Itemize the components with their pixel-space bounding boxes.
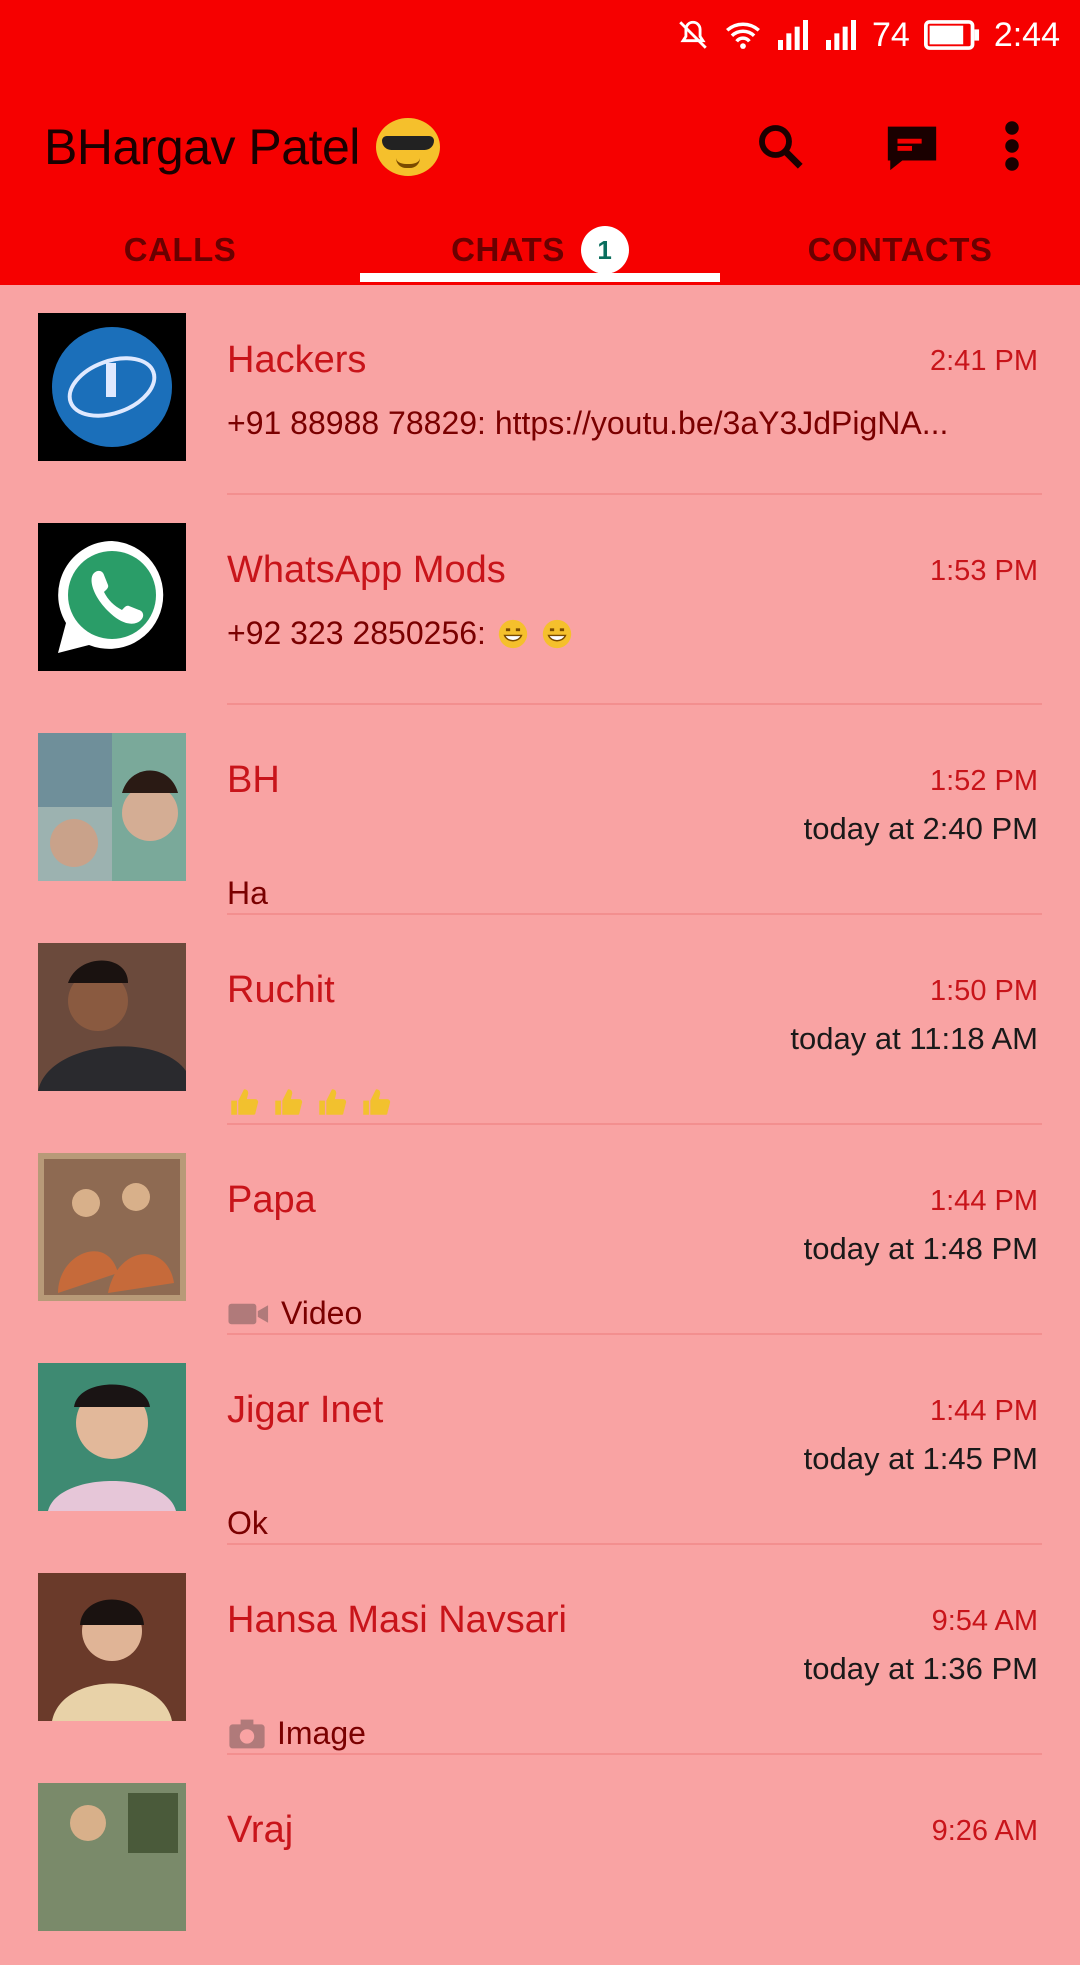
- chat-preview-text: Ha: [227, 875, 268, 911]
- more-options-button[interactable]: [980, 114, 1044, 178]
- person-photo-icon: [38, 1363, 186, 1511]
- chat-preview: Ha: [227, 875, 268, 912]
- person-photo-icon: [38, 1783, 186, 1931]
- chat-time: 9:26 AM: [931, 1815, 1038, 1847]
- avatar: [38, 1783, 186, 1931]
- avatar: [38, 733, 186, 881]
- chat-name: Jigar Inet: [227, 1389, 384, 1431]
- chat-time: 1:53 PM: [930, 555, 1038, 587]
- thumbs-up-emoji-icon: [231, 1089, 259, 1115]
- message-icon: [887, 126, 937, 171]
- tab-chats-label: CHATS: [451, 231, 565, 268]
- search-icon: [759, 125, 803, 169]
- unread-badge: 1: [580, 226, 629, 274]
- tab-indicator: [360, 273, 720, 282]
- status-bar: 74 2:44: [0, 0, 1080, 70]
- chat-preview: +91 88988 78829: https://youtu.be/3aY3Jd…: [227, 405, 948, 442]
- tab-calls-label: CALLS: [123, 231, 237, 268]
- chat-preview-text: Image: [277, 1715, 366, 1751]
- search-button[interactable]: [748, 114, 812, 178]
- clock: 2:44: [993, 15, 1060, 54]
- chat-name: BH: [227, 759, 280, 801]
- chat-preview: Image: [227, 1715, 366, 1752]
- profile-name: BHargav Patel: [44, 119, 360, 175]
- chat-row[interactable]: Hackers 2:41 PM +91 88988 78829: https:/…: [0, 285, 1080, 495]
- chat-preview-text: Video: [281, 1295, 363, 1331]
- signal-icon-1: [777, 20, 808, 50]
- more-vert-icon: [1005, 121, 1019, 171]
- battery-percent: 74: [871, 15, 910, 54]
- wifi-icon: [725, 22, 760, 49]
- chat-preview: [227, 1085, 393, 1119]
- mute-icon: [679, 20, 707, 49]
- chat-name: Papa: [227, 1179, 316, 1221]
- last-seen: today at 1:48 PM: [803, 1231, 1038, 1266]
- thumbs-up-emoji-icon: [275, 1089, 303, 1115]
- chat-time: 9:54 AM: [931, 1605, 1038, 1637]
- person-photo-icon: [38, 1573, 186, 1721]
- chat-time: 1:44 PM: [930, 1185, 1038, 1217]
- sweat-smile-emoji-icon: [498, 619, 528, 648]
- tab-contacts-label: CONTACTS: [807, 231, 993, 268]
- chat-list: Hackers 2:41 PM +91 88988 78829: https:/…: [0, 285, 1080, 1965]
- chat-row[interactable]: Ruchit 1:50 PM today at 11:18 AM: [0, 915, 1080, 1125]
- chat-row[interactable]: Hansa Masi Navsari 9:54 AM today at 1:36…: [0, 1545, 1080, 1755]
- whatsapp-logo-icon: [58, 541, 164, 653]
- chat-name: Hackers: [227, 339, 367, 381]
- signal-icon-2: [825, 20, 856, 50]
- new-chat-button[interactable]: [880, 114, 944, 178]
- chat-name: Hansa Masi Navsari: [227, 1599, 567, 1641]
- hacker-inside-logo-icon: [52, 327, 172, 447]
- chat-name: WhatsApp Mods: [227, 549, 506, 591]
- app-bar: BHargav Patel CALLS CHATS 1 CONTACTS: [0, 70, 1080, 285]
- chat-name: Vraj: [227, 1809, 294, 1851]
- chat-row[interactable]: Vraj 9:26 AM: [0, 1755, 1080, 1965]
- video-icon: [228, 1303, 269, 1324]
- avatar: [38, 1153, 186, 1301]
- chat-row[interactable]: WhatsApp Mods 1:53 PM +92 323 2850256:: [0, 495, 1080, 705]
- camera-icon: [229, 1719, 265, 1748]
- chat-row[interactable]: Papa 1:44 PM today at 1:48 PM Video: [0, 1125, 1080, 1335]
- last-seen: today at 11:18 AM: [790, 1021, 1038, 1056]
- last-seen: today at 1:45 PM: [803, 1441, 1038, 1476]
- thumbs-up-emoji-icon: [363, 1089, 391, 1115]
- chat-preview-text: Ok: [227, 1505, 268, 1541]
- chat-name: Ruchit: [227, 969, 335, 1011]
- chat-preview-text: +91 88988 78829: https://youtu.be/3aY3Jd…: [227, 405, 949, 441]
- group-photo-icon: [38, 1153, 186, 1301]
- avatar: [38, 943, 186, 1091]
- chat-time: 1:52 PM: [930, 765, 1038, 797]
- thumbs-up-emoji-icon: [319, 1089, 347, 1115]
- tab-calls[interactable]: CALLS: [0, 215, 360, 285]
- last-seen: today at 1:36 PM: [803, 1651, 1038, 1686]
- chat-preview: Ok: [227, 1505, 268, 1542]
- chat-preview-text: +92 323 2850256:: [227, 615, 486, 651]
- battery-icon: [923, 20, 979, 50]
- avatar: [38, 1573, 186, 1721]
- avatar: [38, 1363, 186, 1511]
- app-title: BHargav Patel: [44, 118, 440, 176]
- sweat-smile-emoji-icon: [542, 619, 572, 648]
- tab-contacts[interactable]: CONTACTS: [720, 215, 1080, 285]
- sunglasses-emoji-icon: [375, 118, 440, 176]
- person-photo-icon: [38, 943, 186, 1091]
- chat-row[interactable]: Jigar Inet 1:44 PM today at 1:45 PM Ok: [0, 1335, 1080, 1545]
- avatar: [38, 523, 186, 671]
- chat-row[interactable]: BH 1:52 PM today at 2:40 PM Ha: [0, 705, 1080, 915]
- chat-time: 2:41 PM: [930, 345, 1038, 377]
- chat-time: 1:50 PM: [930, 975, 1038, 1007]
- avatar: [38, 313, 186, 461]
- last-seen: today at 2:40 PM: [803, 811, 1038, 846]
- chat-preview: Video: [227, 1295, 362, 1332]
- chat-time: 1:44 PM: [930, 1395, 1038, 1427]
- collage-photo-icon: [38, 733, 186, 881]
- chat-preview: +92 323 2850256:: [227, 615, 574, 652]
